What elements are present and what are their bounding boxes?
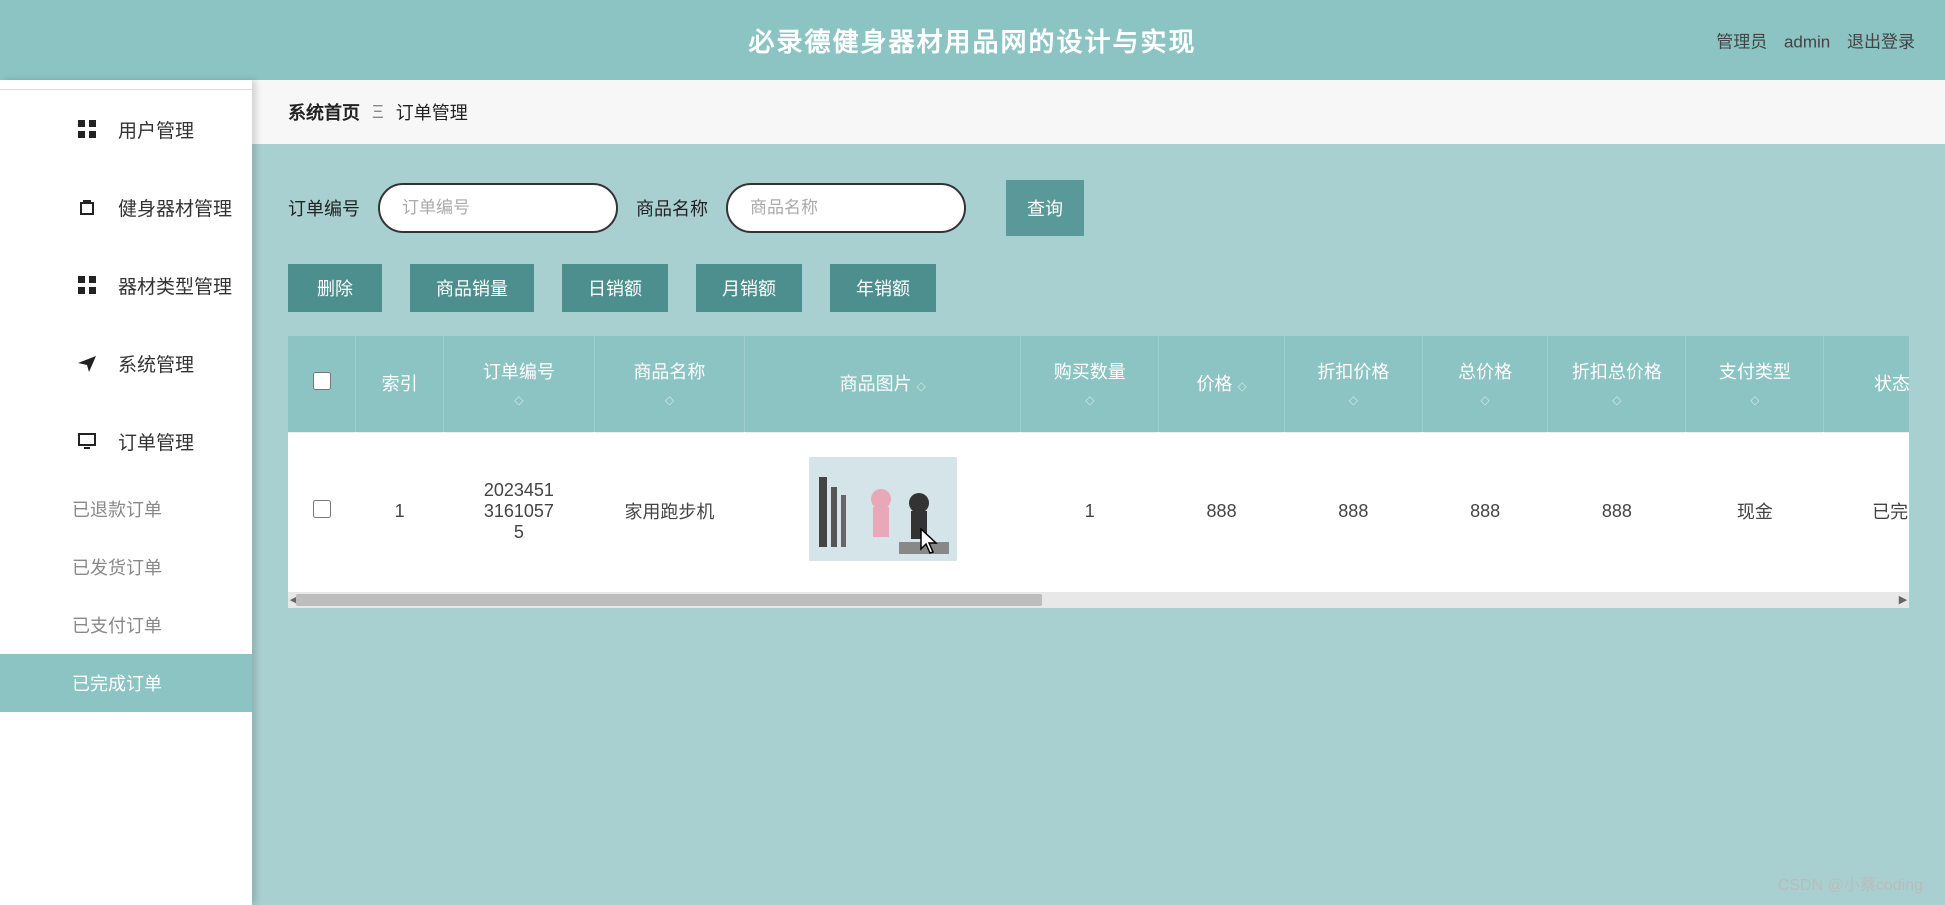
cell-order-no: 2023451 3161057 5 [444, 432, 595, 590]
breadcrumb-current: 订单管理 [396, 99, 468, 125]
select-all-checkbox[interactable] [313, 372, 331, 390]
th-price[interactable]: 价格 ◇ [1159, 336, 1284, 432]
table-container: 索引 订单编号◇ 商品名称◇ 商品图片 ◇ 购买数量◇ 价格 ◇ 折扣价格◇ 总… [288, 336, 1909, 608]
sidebar-submenu: 已退款订单 已发货订单 已支付订单 已完成订单 [0, 480, 252, 712]
cell-payment-type: 现金 [1686, 432, 1824, 590]
horizontal-scrollbar[interactable]: ◀ ▶ [288, 592, 1909, 608]
logout-link[interactable]: 退出登录 [1847, 33, 1915, 52]
submenu-refunded[interactable]: 已退款订单 [0, 480, 252, 538]
app-header: 必录德健身器材用品网的设计与实现 管理员 admin 退出登录 [0, 0, 1945, 80]
th-discount-price[interactable]: 折扣价格◇ [1284, 336, 1422, 432]
scroll-right-icon[interactable]: ▶ [1895, 592, 1909, 608]
orders-table: 索引 订单编号◇ 商品名称◇ 商品图片 ◇ 购买数量◇ 价格 ◇ 折扣价格◇ 总… [288, 336, 1909, 590]
submenu-completed[interactable]: 已完成订单 [0, 654, 252, 712]
breadcrumb-home[interactable]: 系统首页 [288, 99, 360, 125]
sidebar-item-label: 器材类型管理 [118, 272, 232, 299]
daily-sales-button[interactable]: 日销额 [562, 264, 668, 312]
sidebar-item-label: 健身器材管理 [118, 194, 232, 221]
breadcrumb-separator: Ξ [372, 102, 384, 123]
sidebar-item-truncated[interactable] [0, 80, 252, 90]
th-quantity[interactable]: 购买数量◇ [1021, 336, 1159, 432]
cell-price: 888 [1159, 432, 1284, 590]
th-checkbox [288, 336, 356, 432]
submenu-label: 已支付订单 [72, 612, 162, 638]
header-user-area: 管理员 admin 退出登录 [1704, 28, 1915, 53]
sort-icon: ◇ [1435, 391, 1535, 410]
watermark-text: CSDN @小蔡coding [1778, 871, 1923, 895]
sort-icon: ◇ [1297, 391, 1410, 410]
search-row: 订单编号 商品名称 查询 [288, 180, 1909, 236]
yearly-sales-button[interactable]: 年销额 [830, 264, 936, 312]
bag-icon [78, 198, 100, 216]
sort-icon: ◇ [1698, 391, 1811, 410]
cell-total: 888 [1422, 432, 1547, 590]
sidebar-item-equipment[interactable]: 健身器材管理 [0, 168, 252, 246]
sort-icon: ◇ [1560, 391, 1673, 410]
sidebar-item-orders[interactable]: 订单管理 [0, 402, 252, 480]
sort-icon: ◇ [1033, 391, 1146, 410]
order-id-label: 订单编号 [288, 195, 360, 221]
submenu-paid[interactable]: 已支付订单 [0, 596, 252, 654]
order-id-input[interactable] [378, 183, 618, 233]
cell-discount-price: 888 [1284, 432, 1422, 590]
cell-status: 已完成 [1824, 432, 1909, 590]
product-sales-button[interactable]: 商品销量 [410, 264, 534, 312]
submenu-shipped[interactable]: 已发货订单 [0, 538, 252, 596]
username-label[interactable]: admin [1784, 33, 1830, 52]
plane-icon [78, 354, 100, 372]
product-name-input[interactable] [726, 183, 966, 233]
grid-icon [78, 276, 100, 294]
monitor-icon [78, 432, 100, 450]
scroll-thumb[interactable] [296, 594, 1042, 606]
sidebar-item-label: 系统管理 [118, 350, 194, 377]
delete-button[interactable]: 删除 [288, 264, 382, 312]
app-title: 必录德健身器材用品网的设计与实现 [748, 22, 1196, 59]
th-total[interactable]: 总价格◇ [1422, 336, 1547, 432]
cell-product-image [745, 432, 1021, 590]
sidebar: 用户管理 健身器材管理 器材类型管理 系统管理 [0, 80, 252, 905]
sidebar-item-label: 订单管理 [118, 428, 194, 455]
monthly-sales-button[interactable]: 月销额 [696, 264, 802, 312]
sort-icon: ◇ [607, 391, 733, 410]
cell-product-name: 家用跑步机 [594, 432, 745, 590]
product-thumbnail[interactable] [809, 457, 957, 561]
th-payment-type[interactable]: 支付类型◇ [1686, 336, 1824, 432]
user-role-label: 管理员 [1716, 33, 1767, 52]
sort-icon: ◇ [1237, 379, 1246, 393]
sidebar-item-users[interactable]: 用户管理 [0, 90, 252, 168]
cell-quantity: 1 [1021, 432, 1159, 590]
th-product-image[interactable]: 商品图片 ◇ [745, 336, 1021, 432]
th-status[interactable]: 状态 ◇ [1824, 336, 1909, 432]
grid-icon [78, 120, 100, 138]
search-button[interactable]: 查询 [1006, 180, 1084, 236]
breadcrumb: 系统首页 Ξ 订单管理 [252, 80, 1945, 144]
cell-discount-total: 888 [1548, 432, 1686, 590]
submenu-label: 已发货订单 [72, 554, 162, 580]
action-row: 删除 商品销量 日销额 月销额 年销额 [288, 264, 1909, 312]
row-checkbox[interactable] [313, 500, 331, 518]
th-discount-total[interactable]: 折扣总价格◇ [1548, 336, 1686, 432]
submenu-label: 已完成订单 [72, 670, 162, 696]
product-name-label: 商品名称 [636, 195, 708, 221]
sidebar-item-label: 用户管理 [118, 116, 194, 143]
th-index[interactable]: 索引 [356, 336, 444, 432]
main-content: 系统首页 Ξ 订单管理 订单编号 商品名称 查询 删除 商品销量 日销额 月销额 [252, 80, 1945, 905]
sort-icon: ◇ [917, 379, 926, 393]
table-row: 1 2023451 3161057 5 家用跑步机 [288, 432, 1909, 590]
th-order-no[interactable]: 订单编号◇ [444, 336, 595, 432]
sidebar-item-system[interactable]: 系统管理 [0, 324, 252, 402]
th-product-name[interactable]: 商品名称◇ [594, 336, 745, 432]
sort-icon: ◇ [456, 391, 582, 410]
sidebar-item-equipment-type[interactable]: 器材类型管理 [0, 246, 252, 324]
cell-index: 1 [356, 432, 444, 590]
submenu-label: 已退款订单 [72, 496, 162, 522]
